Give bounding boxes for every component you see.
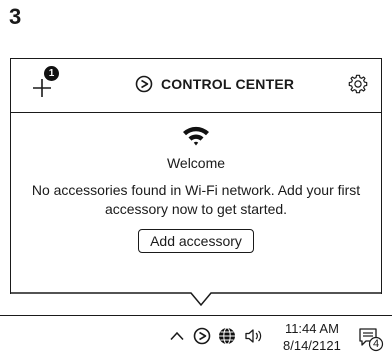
gear-icon[interactable] (347, 73, 369, 95)
control-center-window: 1 CONTROL CENTER Welcome No accessories … (10, 58, 382, 294)
clock[interactable]: 11:44 AM 8/14/2121 (283, 320, 341, 354)
clock-time: 11:44 AM (284, 321, 339, 336)
network-globe-icon[interactable] (218, 327, 236, 345)
elgato-tray-icon[interactable] (193, 327, 211, 345)
add-accessory-button[interactable]: Add accessory (138, 229, 254, 253)
app-title: CONTROL CENTER (161, 76, 295, 92)
header: 1 CONTROL CENTER (11, 59, 381, 113)
elgato-logo-icon (135, 75, 153, 93)
notification-badge: 1 (44, 66, 59, 81)
notification-center-button[interactable]: 4 (358, 326, 384, 352)
brand: CONTROL CENTER (135, 75, 294, 93)
empty-state-message: No accessories found in Wi-Fi network. A… (31, 182, 361, 217)
welcome-heading: Welcome (166, 155, 226, 171)
chevron-up-icon[interactable] (170, 331, 184, 341)
add-button[interactable]: 1 (31, 66, 61, 101)
speaker-icon[interactable] (244, 328, 266, 344)
wifi-icon (183, 126, 209, 146)
step-number: 3 (9, 4, 22, 29)
notification-count: 4 (372, 338, 380, 350)
clock-date: 8/14/2121 (283, 338, 341, 353)
taskbar: 11:44 AM 8/14/2121 4 (0, 315, 392, 356)
main-content: Welcome No accessories found in Wi-Fi ne… (11, 113, 381, 253)
popup-pointer (10, 292, 382, 307)
